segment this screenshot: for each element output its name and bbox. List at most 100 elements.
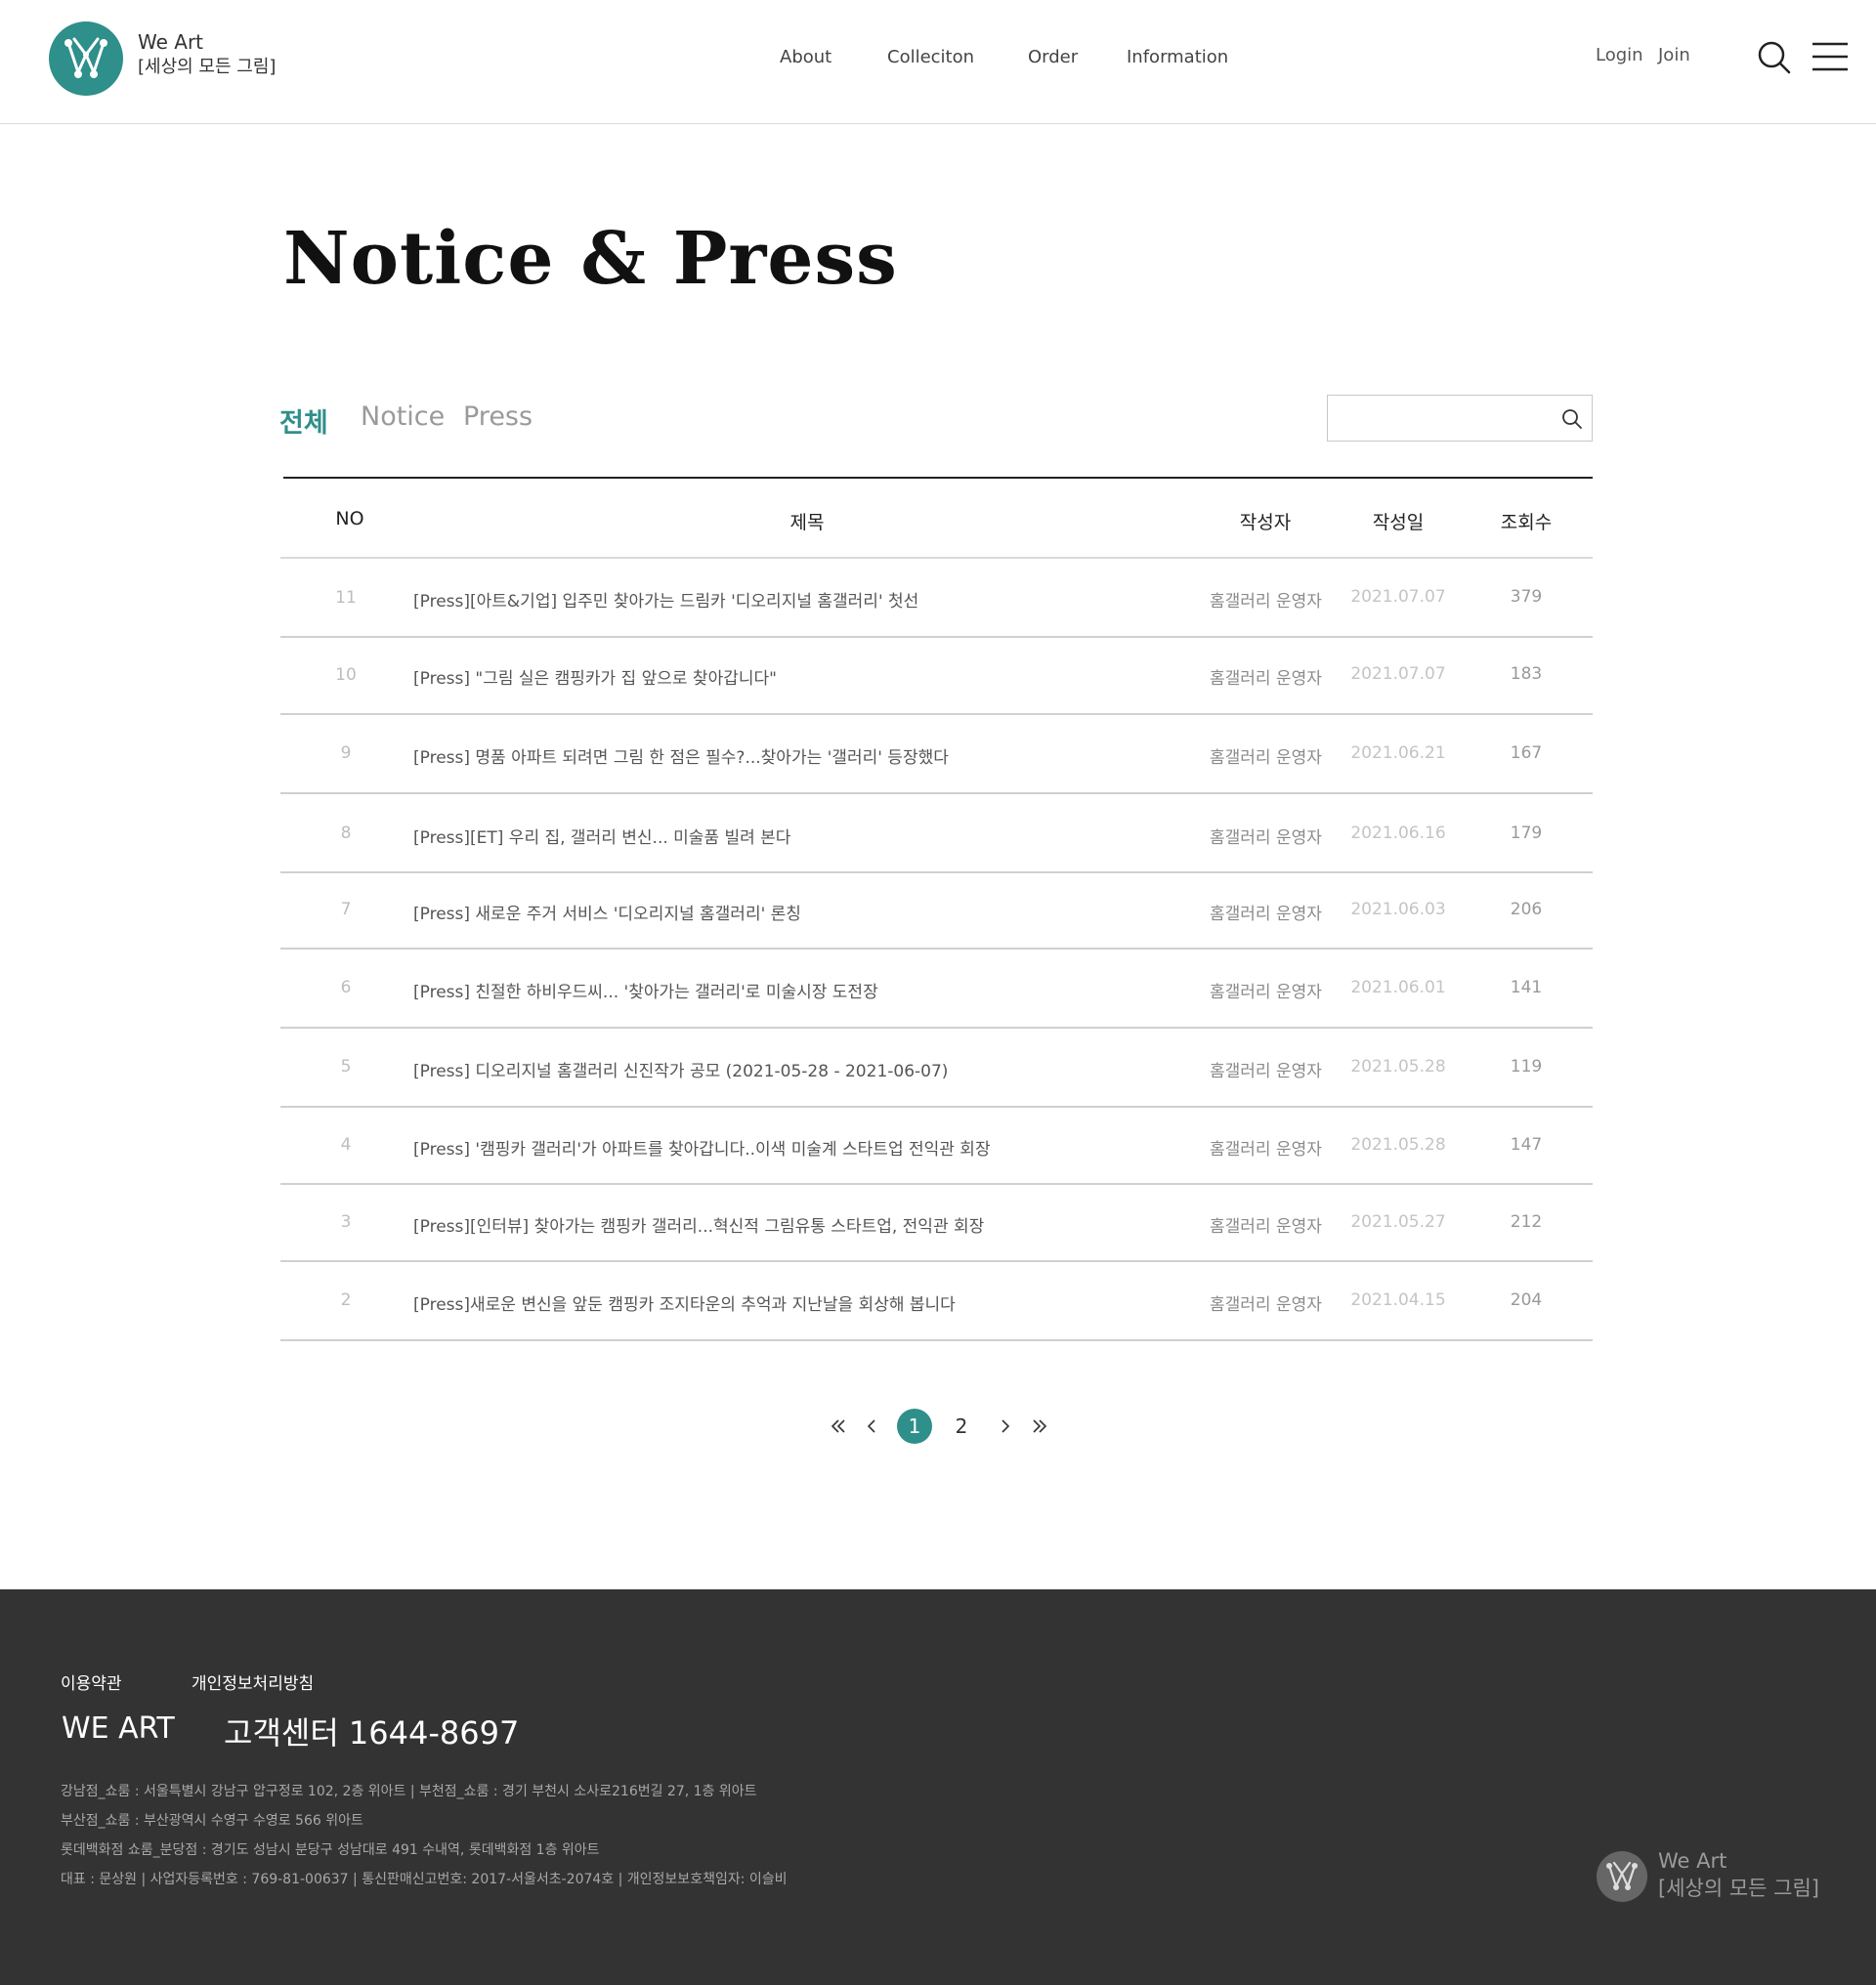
table-row[interactable]: 6 [Press] 친절한 하비우드씨... '찾아가는 갤러리'로 미술시장 … [280, 950, 1593, 1029]
table-row[interactable]: 7 [Press] 새로운 주거 서비스 '디오리지널 홈갤러리' 론칭 홈갤러… [280, 873, 1593, 950]
brand-subtitle: [세상의 모든 그림] [138, 57, 277, 77]
row-date: 2021.04.15 [1350, 1290, 1446, 1310]
table-row[interactable]: 8 [Press][ET] 우리 집, 갤러리 변신... 미술품 빌려 본다 … [280, 794, 1593, 873]
terms-link[interactable]: 이용약관 [61, 1669, 122, 1694]
row-views: 141 [1510, 978, 1543, 997]
we-art-logo[interactable] [49, 21, 123, 96]
brand-name: We Art [138, 30, 204, 54]
customer-center: 고객센터 1644-8697 [224, 1714, 520, 1752]
row-date: 2021.06.16 [1350, 824, 1446, 843]
row-no: 2 [340, 1290, 352, 1310]
row-writer: 홈갤러리 운영자 [1210, 983, 1322, 1002]
row-views: 204 [1510, 1290, 1543, 1310]
header-no: NO [335, 508, 364, 529]
site-header: We Art [세상의 모든 그림] About Colleciton Orde… [0, 0, 1876, 124]
search-icon[interactable] [1757, 40, 1792, 75]
search-button-icon[interactable] [1560, 407, 1584, 431]
row-writer: 홈갤러리 운영자 [1210, 1217, 1322, 1237]
page-1-button[interactable]: 1 [897, 1409, 932, 1444]
footer-brand: WE ART [62, 1711, 175, 1746]
row-title[interactable]: [Press] 명품 아파트 되려면 그림 한 점은 필수?...찾아가는 '갤… [413, 743, 949, 768]
row-no: 9 [340, 743, 352, 763]
row-writer: 홈갤러리 운영자 [1210, 592, 1322, 612]
page-title: Notice & Press [283, 217, 898, 301]
row-no: 5 [340, 1057, 352, 1077]
table-row[interactable]: 11 [Press][아트&기업] 입주민 찾아가는 드림카 '디오리지널 홈갤… [280, 559, 1593, 638]
hamburger-menu-icon[interactable] [1812, 42, 1848, 71]
header-writer: 작성자 [1239, 512, 1292, 533]
row-writer: 홈갤러리 운영자 [1210, 1295, 1322, 1315]
row-writer: 홈갤러리 운영자 [1210, 669, 1322, 689]
nav-information[interactable]: Information [1127, 47, 1228, 67]
header-date: 작성일 [1372, 512, 1425, 533]
row-writer: 홈갤러리 운영자 [1210, 1140, 1322, 1160]
row-writer: 홈갤러리 운영자 [1210, 748, 1322, 768]
row-views: 167 [1510, 743, 1543, 763]
row-views: 212 [1510, 1212, 1543, 1232]
row-title[interactable]: [Press] 친절한 하비우드씨... '찾아가는 갤러리'로 미술시장 도전… [413, 978, 878, 1002]
row-title[interactable]: [Press][아트&기업] 입주민 찾아가는 드림카 '디오리지널 홈갤러리'… [413, 587, 918, 612]
chevron-left-icon [867, 1419, 875, 1433]
row-views: 379 [1510, 587, 1543, 607]
row-date: 2021.05.27 [1350, 1212, 1446, 1232]
row-views: 183 [1510, 664, 1543, 684]
row-date: 2021.07.07 [1350, 587, 1446, 607]
first-page-button[interactable] [827, 1409, 850, 1444]
header-title: 제목 [789, 512, 825, 533]
row-title[interactable]: [Press] '캠핑카 갤러리'가 아파트를 찾아갑니다..이색 미술계 스타… [413, 1135, 991, 1160]
row-writer: 홈갤러리 운영자 [1210, 1062, 1322, 1081]
row-date: 2021.06.03 [1350, 900, 1446, 919]
nav-order[interactable]: Order [1028, 47, 1078, 67]
prev-page-button[interactable] [862, 1409, 881, 1444]
table-row[interactable]: 9 [Press] 명품 아파트 되려면 그림 한 점은 필수?...찾아가는 … [280, 715, 1593, 794]
footer-brand-text: We Art [세상의 모든 그림] [1658, 1847, 1819, 1902]
row-views: 119 [1510, 1057, 1543, 1077]
footer-info-line: 부산점_쇼룸 : 부산광역시 수영구 수영로 566 위아트 [61, 1813, 363, 1829]
footer-info-line: 대표 : 문상원 | 사업자등록번호 : 769-81-00637 | 통신판매… [61, 1872, 788, 1887]
join-link[interactable]: Join [1658, 45, 1690, 65]
row-writer: 홈갤러리 운영자 [1210, 828, 1322, 848]
row-title[interactable]: [Press] "그림 실은 캠핑카가 집 앞으로 찾아갑니다" [413, 664, 777, 689]
table-header: NO 제목 작성자 작성일 조회수 [280, 479, 1593, 559]
last-page-button[interactable] [1028, 1409, 1051, 1444]
row-date: 2021.05.28 [1350, 1057, 1446, 1077]
row-views: 179 [1510, 824, 1543, 843]
row-writer: 홈갤러리 운영자 [1210, 905, 1322, 924]
row-title[interactable]: [Press] 디오리지널 홈갤러리 신진작가 공모 (2021-05-28 -… [413, 1057, 948, 1081]
table-row[interactable]: 5 [Press] 디오리지널 홈갤러리 신진작가 공모 (2021-05-28… [280, 1029, 1593, 1108]
row-title[interactable]: [Press] 새로운 주거 서비스 '디오리지널 홈갤러리' 론칭 [413, 900, 801, 924]
tab-notice[interactable]: Notice [361, 401, 445, 432]
row-no: 4 [340, 1135, 352, 1155]
nav-about[interactable]: About [780, 47, 831, 67]
row-no: 10 [335, 665, 357, 685]
double-chevron-left-icon [831, 1419, 845, 1433]
page-2-button[interactable]: 2 [944, 1409, 979, 1444]
double-chevron-right-icon [1033, 1419, 1047, 1433]
row-no: 8 [340, 824, 352, 843]
row-no: 7 [340, 900, 352, 919]
table-row[interactable]: 2 [Press]새로운 변신을 앞둔 캠핑카 조지타운의 추억과 지난날을 회… [280, 1262, 1593, 1341]
row-title[interactable]: [Press][인터뷰] 찾아가는 캠핑카 갤러리...혁신적 그림유통 스타트… [413, 1212, 984, 1237]
brand-text[interactable]: We Art [세상의 모든 그림] [138, 30, 276, 79]
row-title[interactable]: [Press][ET] 우리 집, 갤러리 변신... 미술품 빌려 본다 [413, 824, 790, 848]
privacy-policy-link[interactable]: 개인정보처리방침 [192, 1669, 314, 1694]
table-row[interactable]: 4 [Press] '캠핑카 갤러리'가 아파트를 찾아갑니다..이색 미술계 … [280, 1108, 1593, 1185]
row-title[interactable]: [Press]새로운 변신을 앞둔 캠핑카 조지타운의 추억과 지난날을 회상해… [413, 1290, 956, 1315]
footer-info-line: 롯데백화점 쇼룸_분당점 : 경기도 성남시 분당구 성남대로 491 수내역,… [61, 1842, 600, 1858]
table-row[interactable]: 10 [Press] "그림 실은 캠핑카가 집 앞으로 찾아갑니다" 홈갤러리… [280, 638, 1593, 715]
search-input[interactable] [1328, 396, 1543, 441]
row-no: 11 [335, 588, 357, 608]
tab-press[interactable]: Press [463, 401, 533, 432]
footer-brand-name: We Art [1658, 1849, 1727, 1873]
footer-info-line: 강남점_쇼룸 : 서울특별시 강남구 압구정로 102, 2층 위아트 | 부천… [61, 1784, 757, 1799]
search-box [1327, 395, 1593, 442]
table-row[interactable]: 3 [Press][인터뷰] 찾아가는 캠핑카 갤러리...혁신적 그림유통 스… [280, 1185, 1593, 1262]
tab-all[interactable]: 전체 [279, 401, 328, 440]
chevron-right-icon [1002, 1419, 1010, 1433]
nav-collection[interactable]: Colleciton [887, 47, 974, 67]
login-link[interactable]: Login [1596, 45, 1643, 65]
footer-brand-subtitle: [세상의 모든 그림] [1658, 1877, 1819, 1900]
row-views: 147 [1510, 1135, 1543, 1155]
next-page-button[interactable] [996, 1409, 1015, 1444]
header-views: 조회수 [1500, 512, 1553, 533]
